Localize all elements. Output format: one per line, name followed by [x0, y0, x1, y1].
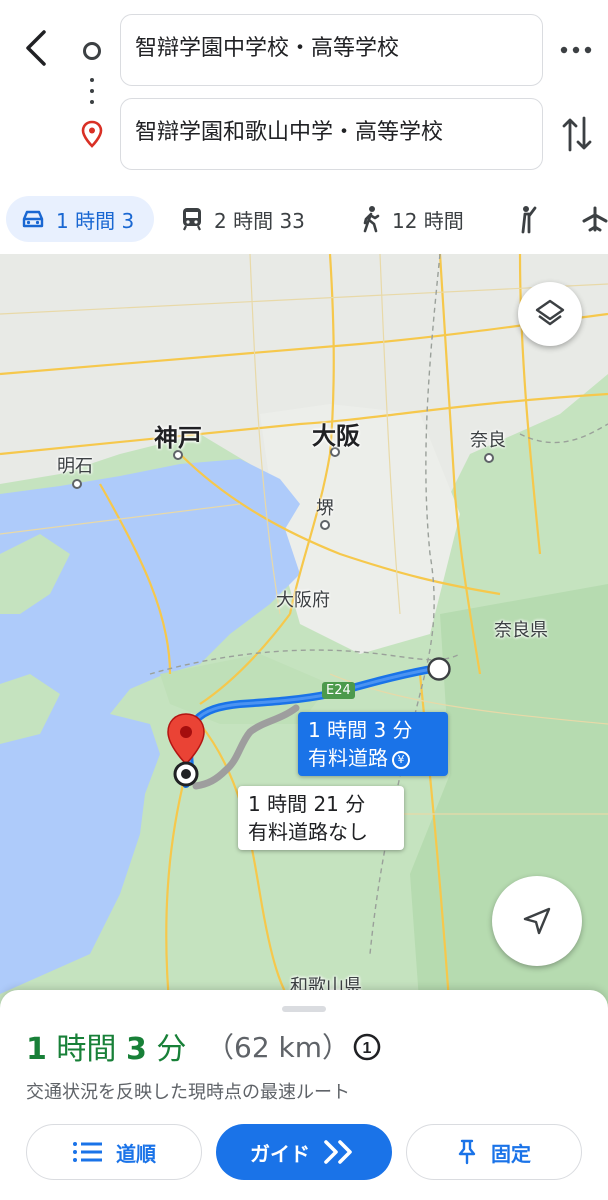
- tab-transit-label: 2 時間 33: [214, 208, 305, 233]
- route-callout-fastest[interactable]: 1 時間 3 分 有料道路 ¥: [298, 712, 448, 776]
- tab-walk-label: 12 時間: [392, 208, 464, 233]
- tab-car[interactable]: 1 時間 3: [6, 196, 154, 242]
- origin-marker-icon[interactable]: [426, 656, 452, 682]
- steps-button-label: 道順: [116, 1141, 156, 1166]
- train-icon: [183, 208, 201, 231]
- car-icon: [22, 210, 44, 228]
- origin-circle-icon: [83, 42, 101, 60]
- callout-alt-note: 有料道路なし: [248, 820, 368, 844]
- callout-fastest-note: 有料道路: [308, 746, 388, 770]
- tab-walk[interactable]: 12 時間: [360, 196, 464, 242]
- map-view[interactable]: 神戸 大阪 奈良 明石 堺 大阪府 奈良県 和歌山県 E24 1 時間 3 分 …: [0, 254, 608, 1014]
- route-distance: （62 km）: [206, 1031, 351, 1064]
- map-label-akashi[interactable]: 明石: [57, 452, 93, 478]
- tab-car-label: 1 時間 3: [56, 208, 135, 233]
- city-dot-nara: [484, 453, 494, 463]
- flight-icon: [582, 206, 608, 232]
- duration-hours-unit: 時間: [46, 1032, 126, 1067]
- map-label-nara-prefecture: 奈良県: [494, 620, 548, 641]
- map-label-osaka[interactable]: 大阪: [312, 416, 360, 451]
- route-callout-alternative[interactable]: 1 時間 21 分 有料道路なし: [238, 786, 404, 850]
- duration-hours: 1: [26, 1032, 47, 1067]
- toll-icon: ¥: [392, 750, 410, 769]
- map-label-sakai[interactable]: 堺: [316, 494, 334, 520]
- layers-button[interactable]: [518, 282, 582, 346]
- guide-button[interactable]: ガイド: [216, 1124, 392, 1180]
- tab-rideshare[interactable]: [514, 196, 550, 242]
- swap-icon[interactable]: [560, 112, 594, 156]
- destination-field[interactable]: 智辯学園和歌山中学・高等学校: [120, 98, 543, 170]
- expressway-label: E24: [322, 682, 355, 699]
- layers-icon: [535, 299, 565, 326]
- callout-alt-time: 1 時間 21 分: [248, 792, 366, 816]
- map-label-kobe[interactable]: 神戸: [154, 418, 202, 453]
- hail-ride-icon: [521, 206, 537, 234]
- list-icon: [73, 1142, 102, 1162]
- toll-badge-icon: 1: [353, 1033, 381, 1061]
- navigation-arrow-icon: [523, 907, 551, 935]
- route-subtitle: 交通状況を反映した現時点の最速ルート: [26, 1082, 350, 1103]
- pin-button-label: 固定: [491, 1141, 531, 1166]
- directions-header: 智辯学園中学校・高等学校 智辯学園和歌山中学・高等学校 1 時間 3 2 時間 …: [0, 0, 608, 254]
- svg-text:1: 1: [363, 1040, 372, 1057]
- duration-minutes: 3: [125, 1032, 147, 1067]
- walk-icon: [363, 206, 380, 233]
- back-icon[interactable]: [18, 26, 58, 70]
- destination-marker-icon[interactable]: [164, 712, 208, 790]
- origin-field[interactable]: 智辯学園中学校・高等学校: [120, 14, 543, 86]
- city-dot-akashi: [72, 479, 82, 489]
- more-options-icon[interactable]: [556, 38, 596, 62]
- route-summary-sheet[interactable]: 1 時間 3 分 （62 km） 1 交通状況を反映した現時点の最速ルート 道順…: [0, 990, 608, 1200]
- my-location-button[interactable]: [492, 876, 582, 966]
- map-label-nara[interactable]: 奈良: [470, 426, 506, 452]
- pin-icon: [458, 1139, 476, 1165]
- travel-mode-tabs: 1 時間 3 2 時間 33 12 時間: [0, 196, 608, 246]
- duration-minutes-unit: 分: [146, 1032, 187, 1067]
- guide-button-label: ガイド: [250, 1141, 310, 1166]
- pin-button[interactable]: 固定: [406, 1124, 582, 1180]
- city-dot-sakai: [320, 520, 330, 530]
- route-dots-icon: [90, 78, 94, 106]
- double-chevron-icon: [324, 1140, 352, 1164]
- route-duration: 1 時間 3 分: [26, 1024, 186, 1068]
- steps-button[interactable]: 道順: [26, 1124, 202, 1180]
- sheet-drag-handle[interactable]: [282, 1006, 326, 1012]
- map-label-osaka-prefecture: 大阪府: [276, 590, 330, 611]
- tab-transit[interactable]: 2 時間 33: [180, 196, 305, 242]
- callout-fastest-time: 1 時間 3 分: [308, 718, 413, 742]
- tab-flight[interactable]: [582, 196, 608, 242]
- destination-pin-icon: [81, 120, 103, 148]
